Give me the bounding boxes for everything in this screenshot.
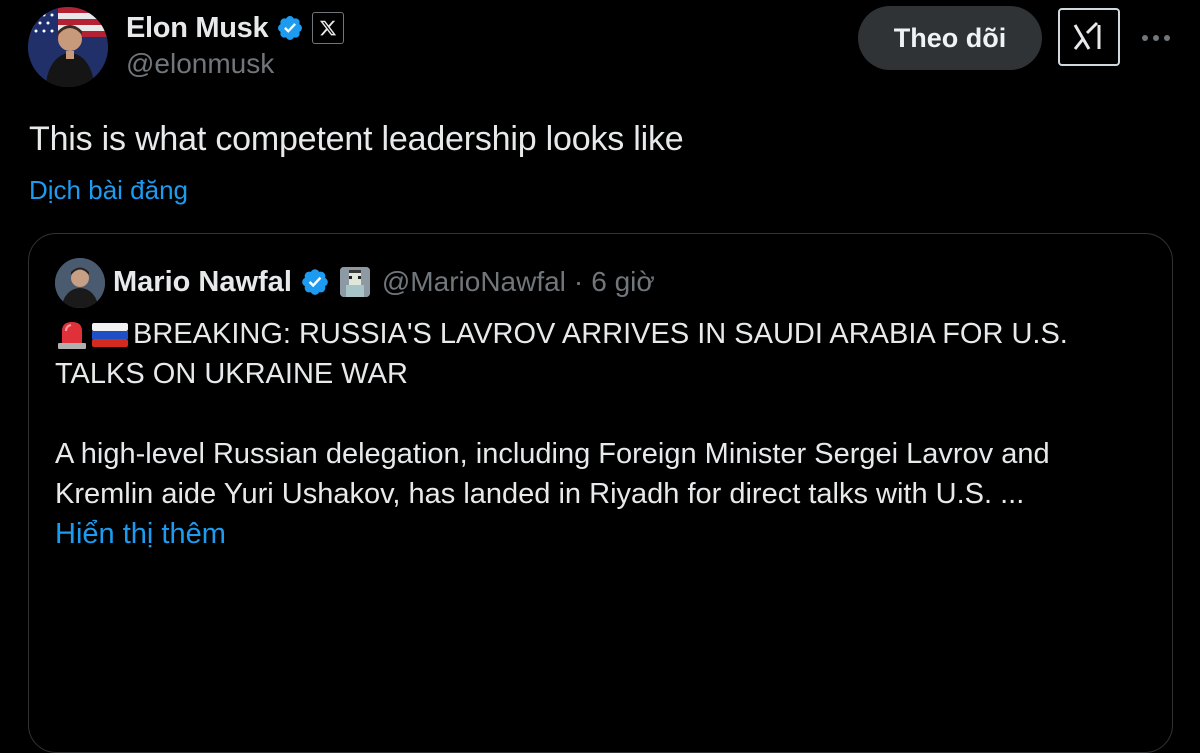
- post-text: This is what competent leadership looks …: [29, 120, 684, 158]
- translate-post-link[interactable]: Dịch bài đăng: [29, 175, 188, 206]
- separator-dot: ·: [573, 266, 584, 297]
- author-avatar[interactable]: [28, 7, 108, 87]
- show-more-link[interactable]: Hiển thị thêm: [55, 514, 1135, 554]
- quoted-author-display-name[interactable]: Mario Nawfal: [113, 266, 292, 299]
- quoted-author-avatar[interactable]: [55, 258, 105, 308]
- more-options-icon[interactable]: [1134, 18, 1178, 58]
- grok-icon[interactable]: [1058, 8, 1120, 66]
- quoted-headline-text: BREAKING: RUSSIA'S LAVROV ARRIVES IN SAU…: [133, 318, 1068, 350]
- x-logo-icon[interactable]: [312, 12, 345, 44]
- siren-emoji-icon: [55, 317, 89, 351]
- headline-line-1: BREAKING: RUSSIA'S LAVROV ARRIVES IN SAU…: [55, 314, 1135, 354]
- author-display-name[interactable]: Elon Musk: [126, 12, 269, 45]
- quoted-body-line-2: Kremlin aide Yuri Ushakov, has landed in…: [55, 478, 1025, 510]
- quoted-post-card[interactable]: Mario Nawfal @MarioNawfal · 6 giờ BREAKI…: [28, 233, 1173, 753]
- russia-flag-emoji-icon: [91, 320, 129, 348]
- headline-line-2: TALKS ON UKRAINE WAR: [55, 358, 408, 390]
- quoted-body-line-1: A high-level Russian delegation, includi…: [55, 438, 1050, 470]
- post: Elon Musk @elonmusk Theo dõi This is wha…: [0, 0, 1200, 753]
- pixel-avatar-icon[interactable]: [339, 267, 370, 297]
- author-name-row: Elon Musk: [126, 8, 345, 48]
- quoted-post-body: BREAKING: RUSSIA'S LAVROV ARRIVES IN SAU…: [55, 314, 1135, 554]
- quoted-author-handle[interactable]: @MarioNawfal: [382, 266, 566, 298]
- verified-badge-icon: [276, 14, 304, 42]
- quoted-post-header: Mario Nawfal @MarioNawfal · 6 giờ: [113, 262, 655, 302]
- quoted-verified-badge-icon: [300, 267, 330, 297]
- author-handle[interactable]: @elonmusk: [126, 48, 274, 80]
- quoted-post-time[interactable]: 6 giờ: [591, 266, 655, 298]
- follow-button[interactable]: Theo dõi: [858, 6, 1042, 70]
